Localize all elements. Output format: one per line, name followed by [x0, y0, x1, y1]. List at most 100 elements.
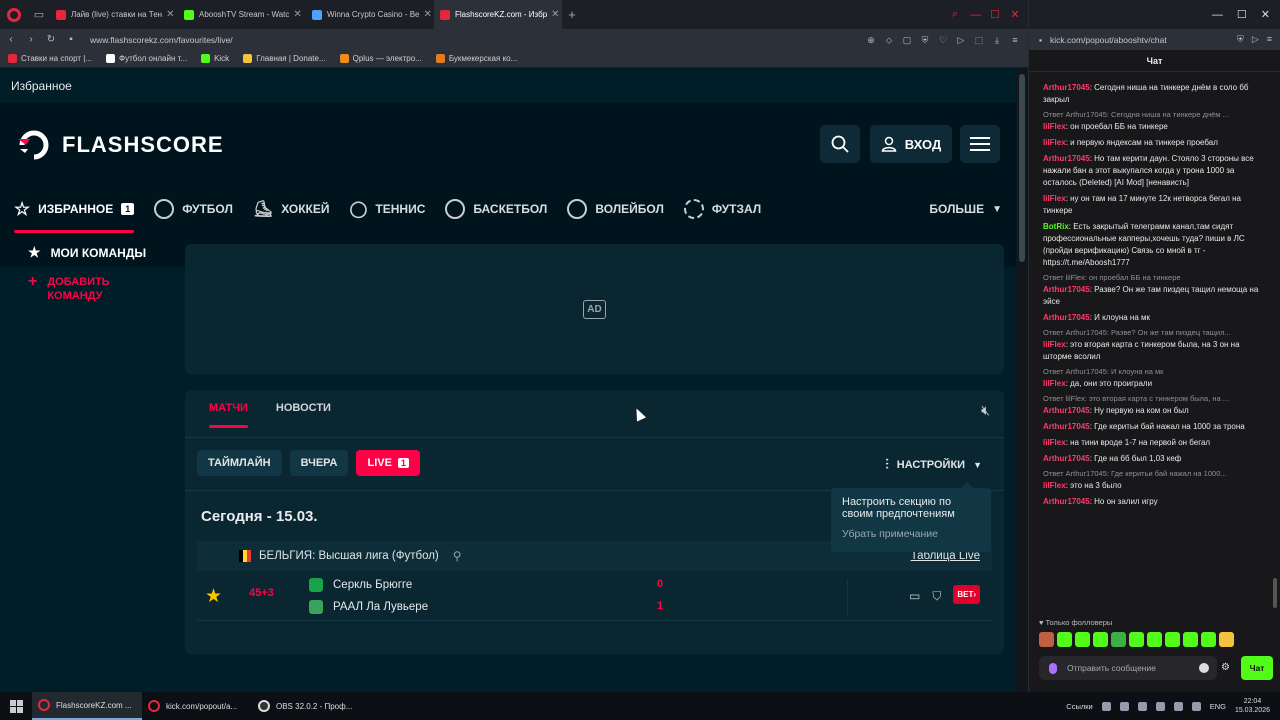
links-toolbar[interactable]: Ссылки [1066, 702, 1092, 711]
chat-username[interactable]: Arthur17045 [1043, 497, 1090, 506]
settings-dropdown[interactable]: ⫶ НАСТРОЙКИ ▼ [885, 456, 982, 473]
easy-setup-icon[interactable]: ≡ [1267, 34, 1272, 45]
ad-banner[interactable]: AD [185, 244, 1004, 374]
bookmark-item[interactable]: Букмекерская ко... [435, 54, 517, 63]
chat-message[interactable]: Arthur17045: Сегодня ниша на тинкере днё… [1043, 82, 1261, 106]
chat-message-input[interactable]: Отправить сообщение [1039, 656, 1217, 680]
emote-icon[interactable] [1093, 632, 1108, 647]
filter-live-button[interactable]: LIVE 1 [356, 450, 420, 476]
emote-icon[interactable] [1039, 632, 1054, 647]
tray-icon[interactable] [1155, 701, 1165, 711]
maximize-icon[interactable]: ☐ [990, 8, 1000, 21]
chat-username[interactable]: lilFlex [1043, 438, 1066, 447]
chat-username[interactable]: Arthur17045 [1043, 154, 1090, 163]
chat-username[interactable]: lilFlex [1043, 194, 1066, 203]
chat-username[interactable]: lilFlex [1043, 138, 1066, 147]
tray-icon[interactable] [1137, 701, 1147, 711]
maximize-icon[interactable]: ☐ [1237, 8, 1247, 21]
pin-league-icon[interactable]: ⚲ [453, 549, 462, 563]
back-icon[interactable]: ‹ [6, 34, 16, 45]
tray-icon[interactable] [1119, 701, 1129, 711]
menu-button[interactable] [960, 125, 1000, 163]
chat-message[interactable]: BotRix: Есть закрытый телеграмм канал,та… [1043, 221, 1261, 269]
login-button[interactable]: ВХОД [870, 125, 952, 163]
shield-icon[interactable]: ⛨ [920, 35, 930, 45]
tab-news[interactable]: НОВОСТИ [276, 402, 331, 428]
close-window-icon[interactable]: ✕ [1010, 8, 1020, 21]
taskbar-item[interactable]: kick.com/popout/a... [142, 692, 252, 720]
emote-icon[interactable] [1129, 632, 1144, 647]
browser-tab[interactable]: AbooshTV Stream - Watc ✕ [178, 0, 306, 29]
emote-icon[interactable] [1057, 632, 1072, 647]
scrollbar-thumb[interactable] [1273, 578, 1277, 608]
chat-message[interactable]: lilFlex: да, они это проиграли [1043, 378, 1261, 390]
minimize-icon[interactable]: — [1212, 9, 1223, 21]
bookmark-item[interactable]: Футбол онлайн т... [106, 54, 187, 63]
new-tab-button[interactable]: + [562, 7, 582, 22]
bookmark-item[interactable]: Ставки на спорт |... [8, 54, 92, 63]
league-name[interactable]: БЕЛЬГИЯ: Высшая лига (Футбол) [259, 550, 439, 562]
taskbar-item[interactable]: OBS 32.0.2 - Проф... [252, 692, 362, 720]
bookmark-item[interactable]: Kick [201, 54, 229, 63]
scrollbar-thumb[interactable] [1019, 74, 1025, 262]
sport-tab-futsal[interactable]: ФУТЗАЛ [683, 185, 761, 233]
chat-username[interactable]: Arthur17045 [1043, 422, 1090, 431]
emote-icon[interactable] [1165, 632, 1180, 647]
heart-icon[interactable]: ♡ [938, 35, 948, 45]
bookmark-item[interactable]: Qplus — электро... [339, 54, 422, 63]
chat-message[interactable]: lilFlex: это вторая карта с тинкером был… [1043, 339, 1261, 363]
flashscore-logo[interactable]: FLASHSCORE [16, 127, 224, 163]
emote-icon[interactable] [1183, 632, 1198, 647]
snapshot-icon[interactable]: ▢ [902, 35, 912, 45]
filter-timeline-button[interactable]: ТАЙМЛАЙН [197, 450, 282, 476]
emote-icon[interactable] [1201, 632, 1216, 647]
reload-icon[interactable]: ↻ [46, 34, 56, 45]
browser-tab[interactable]: Winna Crypto Casino - Be ✕ [306, 0, 434, 29]
chat-username[interactable]: lilFlex [1043, 340, 1066, 349]
sport-tab-basketball[interactable]: БАСКЕТБОЛ [445, 185, 547, 233]
chat-username[interactable]: Arthur17045 [1043, 83, 1090, 92]
shield-icon[interactable]: ⛨ [1237, 34, 1244, 45]
chat-scrollbar[interactable] [1271, 78, 1279, 614]
zoom-icon[interactable]: ⊕ [866, 35, 876, 45]
player-icon[interactable]: ▷ [1252, 34, 1259, 45]
minimize-icon[interactable]: — [970, 9, 981, 21]
chat-send-button[interactable]: Чат [1241, 656, 1273, 680]
extensions-icon[interactable]: ⬚ [974, 35, 984, 45]
chat-message[interactable]: Arthur17045: Но там керити даун. Стояло … [1043, 153, 1261, 189]
emote-icon[interactable] [1111, 632, 1126, 647]
chat-messages[interactable]: Arthur17045: Сегодня ниша на тинкере днё… [1029, 78, 1269, 614]
chat-username[interactable]: Arthur17045 [1043, 285, 1090, 294]
tab-overview-icon[interactable]: ▭ [28, 0, 50, 29]
chat-message[interactable]: lilFlex: ну он там на 17 минуте 12к нетв… [1043, 193, 1261, 217]
tab-close-icon[interactable]: ✕ [289, 9, 301, 20]
download-icon[interactable]: ⤓ [992, 35, 1002, 45]
chat-message[interactable]: Arthur17045: Где на бб был 1,03 кеф [1043, 453, 1261, 465]
volume-icon[interactable] [1191, 701, 1201, 711]
match-row[interactable]: ★ 45+3 Серкль Брюгге РААЛ Ла Лувьере 0 1… [197, 571, 992, 621]
sport-tab-football[interactable]: ФУТБОЛ [154, 185, 233, 233]
language-indicator[interactable]: ENG [1210, 702, 1226, 711]
sport-tab-tennis[interactable]: ◯ ТЕННИС [350, 185, 426, 233]
dismiss-tooltip-link[interactable]: Убрать примечание [842, 528, 980, 540]
tab-close-icon[interactable]: ✕ [162, 9, 174, 20]
chat-message[interactable]: lilFlex: и первую яндексам на тинкере пр… [1043, 137, 1261, 149]
start-button-icon[interactable] [0, 692, 32, 720]
chat-username[interactable]: Arthur17045 [1043, 454, 1090, 463]
tab-close-icon[interactable]: ✕ [419, 9, 431, 20]
chat-message[interactable]: Arthur17045: Ну первую на ком он был [1043, 405, 1261, 417]
chat-username[interactable]: Arthur17045 [1043, 406, 1090, 415]
chat-username[interactable]: lilFlex [1043, 481, 1066, 490]
add-team-button[interactable]: + ДОБАВИТЬ КОМАНДУ [0, 273, 175, 305]
taskbar-item[interactable]: FlashscoreKZ.com ... [32, 692, 142, 720]
forward-icon[interactable]: › [26, 34, 36, 45]
chat-username[interactable]: lilFlex [1043, 379, 1066, 388]
chat-message[interactable]: Arthur17045: Где керитьи бай нажал на 10… [1043, 421, 1261, 433]
search-button[interactable] [820, 125, 860, 163]
filter-yesterday-button[interactable]: ВЧЕРА [289, 450, 349, 476]
search-tabs-icon[interactable]: ⌕ [950, 8, 960, 21]
close-window-icon[interactable]: ✕ [1261, 8, 1270, 21]
chat-username[interactable]: BotRix [1043, 222, 1069, 231]
more-sports-dropdown[interactable]: БОЛЬШЕ ▼ [929, 185, 1002, 233]
sport-tab-volleyball[interactable]: ВОЛЕЙБОЛ [567, 185, 664, 233]
